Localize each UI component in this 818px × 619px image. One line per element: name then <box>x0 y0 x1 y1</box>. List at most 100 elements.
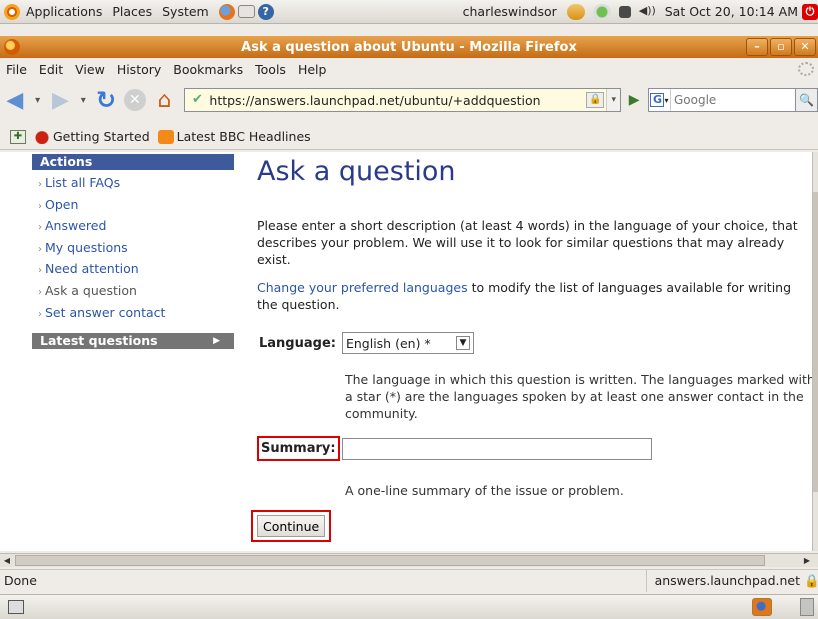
gnome-bottom-panel <box>0 594 818 619</box>
menu-tools[interactable]: Tools <box>249 62 292 77</box>
lock-icon[interactable]: 🔒 <box>586 92 605 108</box>
menu-file[interactable]: File <box>0 62 33 77</box>
system-menu[interactable]: System <box>162 4 209 19</box>
applications-menu[interactable]: Applications <box>26 4 102 19</box>
scroll-right-icon[interactable]: ▶ <box>800 554 814 567</box>
navigation-toolbar: ◀ ▾ ▶ ▾ ↻ ✕ ⌂ ✔ https://answers.launchpa… <box>0 82 818 118</box>
scroll-left-icon[interactable]: ◀ <box>0 554 14 567</box>
bullet-icon: › <box>38 200 42 212</box>
url-bar[interactable]: ✔ https://answers.launchpad.net/ubuntu/+… <box>184 88 622 112</box>
mail-launcher-icon[interactable] <box>237 5 255 18</box>
search-engine-selector[interactable]: G ▾ <box>649 89 671 111</box>
update-notifier-icon[interactable] <box>592 3 611 20</box>
firefox-taskbar-icon[interactable] <box>752 598 772 616</box>
summary-label: Summary: <box>257 436 340 461</box>
url-text[interactable]: https://answers.launchpad.net/ubuntu/+ad… <box>209 93 586 108</box>
language-help-text: The language in which this question is w… <box>345 372 812 421</box>
bullet-icon: › <box>38 308 42 320</box>
close-button[interactable]: ✕ <box>794 38 816 56</box>
language-select[interactable]: English (en) * ▼ <box>341 332 474 354</box>
status-domain[interactable]: answers.launchpad.net 🔒 <box>645 569 818 592</box>
summary-input[interactable] <box>341 437 652 460</box>
latest-questions-toggle[interactable]: Latest questions ▶ <box>32 333 234 350</box>
summary-help-text: A one-line summary of the issue or probl… <box>345 483 624 498</box>
expand-arrow-icon: ▶ <box>213 336 220 347</box>
sidebar-item-set-answer-contact[interactable]: › Set answer contact <box>32 302 234 324</box>
menu-help[interactable]: Help <box>292 62 333 77</box>
stop-icon[interactable]: ✕ <box>123 89 146 111</box>
sidebar-item-label: My questions <box>45 239 128 255</box>
language-label: Language: <box>259 335 336 351</box>
language-selected-value: English (en) * <box>345 335 431 351</box>
back-arrow-icon[interactable]: ◀ <box>3 88 27 113</box>
vertical-scrollbar[interactable] <box>812 152 818 551</box>
back-history-dropdown-icon[interactable]: ▾ <box>33 88 43 112</box>
continue-highlight: Continue <box>251 510 332 542</box>
url-history-dropdown-icon[interactable]: ▾ <box>606 89 621 111</box>
bullet-icon: › <box>38 265 42 277</box>
bookmark-getting-started[interactable]: Getting Started <box>34 129 150 144</box>
help-launcher-icon[interactable]: ? <box>257 3 274 20</box>
firefox-launcher-icon[interactable] <box>218 3 235 20</box>
intro-text: Please enter a short description (at lea… <box>257 218 798 267</box>
sidebar-item-label: Answered <box>45 218 107 234</box>
clock[interactable]: Sat Oct 20, 10:14 AM <box>665 4 798 19</box>
forward-history-dropdown-icon[interactable]: ▾ <box>78 88 88 112</box>
panel-gap <box>0 24 818 36</box>
menu-edit[interactable]: Edit <box>33 62 69 77</box>
menu-view[interactable]: View <box>69 62 111 77</box>
search-magnifier-icon[interactable]: 🔍 <box>796 88 818 112</box>
search-bar[interactable]: G ▾ <box>648 88 797 112</box>
page-content: Actions › List all FAQs › Open › Answered ›… <box>0 152 812 551</box>
sidebar-item-label: List all FAQs <box>45 175 121 190</box>
menu-bar: File Edit View History Bookmarks Tools H… <box>0 58 818 80</box>
google-icon: G <box>650 93 665 107</box>
sidebar-item-label: Need attention <box>45 261 139 277</box>
window-titlebar[interactable]: Ask a question about Ubuntu - Mozilla Fi… <box>0 36 818 58</box>
user-switcher[interactable]: charleswindsor <box>463 4 557 19</box>
go-icon[interactable]: ▶ <box>624 89 644 111</box>
actions-portlet-title: Actions <box>32 154 234 170</box>
change-languages-link[interactable]: Change your preferred languages <box>257 280 468 295</box>
maximize-button[interactable]: ▫ <box>770 38 792 56</box>
main-form: Ask a question Please enter a short desc… <box>251 152 812 542</box>
continue-button[interactable]: Continue <box>257 515 326 537</box>
throbber-icon <box>798 62 814 76</box>
vertical-scroll-thumb[interactable] <box>813 192 818 492</box>
site-identity-icon[interactable]: ✔ <box>189 92 205 108</box>
horizontal-scroll-thumb[interactable] <box>15 555 765 566</box>
reload-icon[interactable]: ↻ <box>94 86 118 114</box>
menu-history[interactable]: History <box>111 62 167 77</box>
places-menu[interactable]: Places <box>112 4 152 19</box>
sidebar-item-label: Open <box>45 196 79 212</box>
sidebar-item-list-all-faqs[interactable]: › List all FAQs <box>32 172 234 194</box>
user-status-icon[interactable] <box>566 3 585 20</box>
menu-bookmarks[interactable]: Bookmarks <box>167 62 249 77</box>
sidebar-item-ask-a-question: › Ask a question <box>32 280 234 302</box>
forward-arrow-icon[interactable]: ▶ <box>49 88 73 113</box>
bookmark-bbc-headlines[interactable]: Latest BBC Headlines <box>157 129 311 144</box>
chevron-down-icon[interactable]: ▼ <box>455 336 470 350</box>
bullet-icon: › <box>38 179 42 190</box>
language-row: Language: English (en) * ▼ <box>259 332 474 354</box>
sidebar-item-open[interactable]: › Open <box>32 194 234 216</box>
window-menu-icon[interactable] <box>4 39 20 55</box>
trash-icon[interactable] <box>800 598 814 616</box>
search-input[interactable] <box>671 93 796 107</box>
horizontal-scrollbar[interactable]: ◀ ▶ <box>0 553 818 567</box>
sidebar-item-label: Set answer contact <box>45 304 166 320</box>
add-bookmark-icon[interactable]: ✚ <box>10 129 26 144</box>
sidebar-item-need-attention[interactable]: › Need attention <box>32 258 234 280</box>
power-icon[interactable]: ⏻ <box>802 3 818 20</box>
sidebar-item-my-questions[interactable]: › My questions <box>32 237 234 259</box>
home-icon[interactable]: ⌂ <box>152 88 178 113</box>
sidebar-item-answered[interactable]: › Answered <box>32 215 234 237</box>
volume-icon[interactable]: ◀)) <box>639 4 657 20</box>
ubuntu-logo-icon[interactable] <box>4 3 20 20</box>
network-icon[interactable] <box>618 5 631 18</box>
show-desktop-icon[interactable] <box>8 600 24 614</box>
sidebar: Actions › List all FAQs › Open › Answered ›… <box>32 154 234 350</box>
lock-status-icon: 🔒 <box>804 572 818 588</box>
minimize-button[interactable]: – <box>746 38 768 56</box>
latest-questions-title: Latest questions <box>40 333 158 349</box>
